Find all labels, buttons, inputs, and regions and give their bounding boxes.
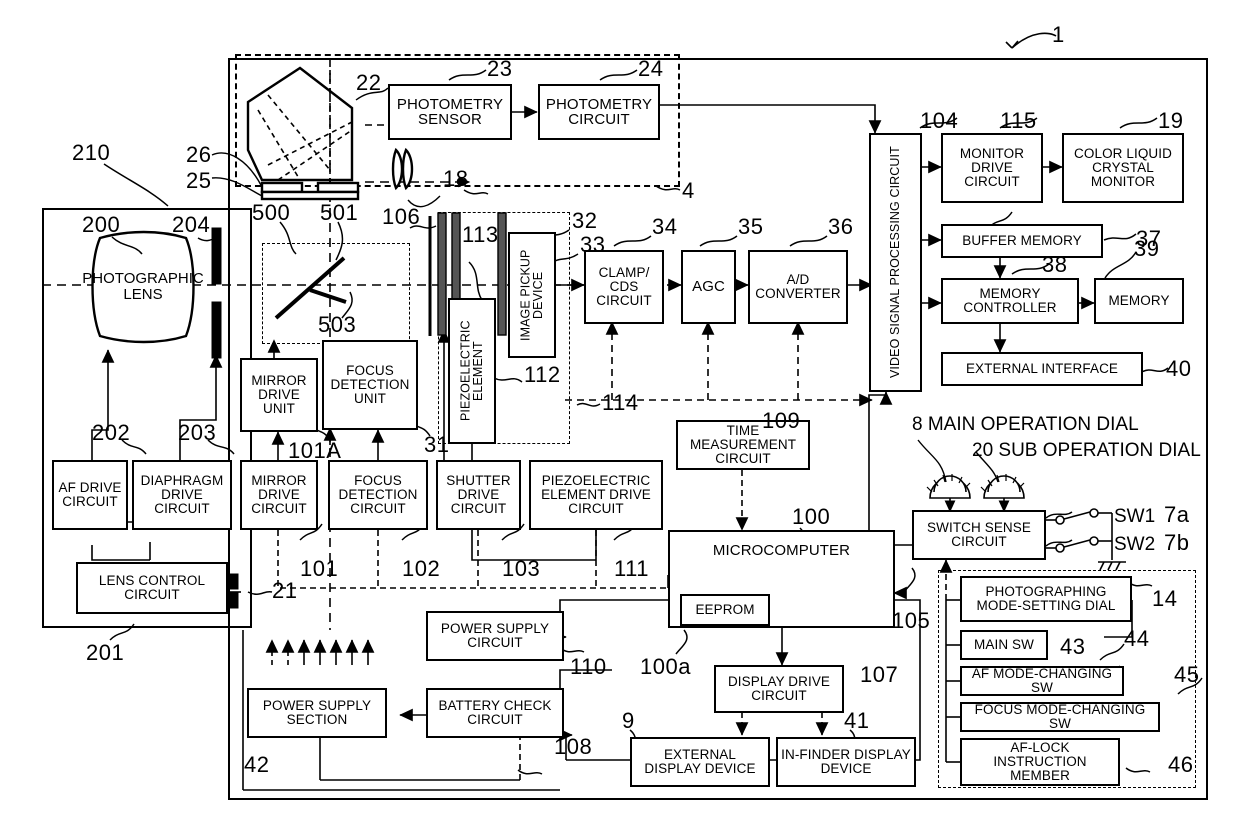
lens-control-circuit-block: LENS CONTROL CIRCUIT bbox=[76, 562, 228, 614]
ref-38: 38 bbox=[1042, 252, 1068, 277]
ref-43: 43 bbox=[1060, 634, 1086, 659]
ref-100a: 100a bbox=[640, 654, 691, 679]
ref-107: 107 bbox=[860, 662, 899, 687]
ref-21: 21 bbox=[272, 578, 298, 603]
mirror-drive-circuit-block: MIRROR DRIVE CIRCUIT bbox=[240, 460, 318, 530]
sw1-label: SW1 bbox=[1114, 506, 1156, 527]
ref-32: 32 bbox=[572, 208, 598, 233]
ref-45: 45 bbox=[1174, 662, 1200, 687]
memory-controller-block: MEMORY CONTROLLER bbox=[941, 278, 1079, 324]
sw2-label: SW2 bbox=[1114, 534, 1156, 555]
power-supply-section-block: POWER SUPPLY SECTION bbox=[247, 688, 387, 738]
patent-figure-canvas: PHOTOMETRY SENSOR PHOTOMETRY CIRCUIT PHO… bbox=[0, 0, 1240, 836]
focus-detection-circuit-block: FOCUS DETECTION CIRCUIT bbox=[328, 460, 428, 530]
ref-111: 111 bbox=[614, 556, 649, 581]
ref-23: 23 bbox=[487, 56, 513, 81]
mirror-drive-unit-block: MIRROR DRIVE UNIT bbox=[240, 358, 318, 432]
ref-101: 101 bbox=[300, 556, 339, 581]
ref-105: 105 bbox=[892, 608, 931, 633]
ref-501: 501 bbox=[320, 200, 359, 225]
display-drive-circuit-block: DISPLAY DRIVE CIRCUIT bbox=[714, 665, 844, 713]
ref-22: 22 bbox=[356, 70, 382, 95]
af-lock-instruction-member-block: AF-LOCK INSTRUCTION MEMBER bbox=[960, 738, 1120, 786]
switch-sense-circuit-block: SWITCH SENSE CIRCUIT bbox=[912, 510, 1046, 560]
battery-check-circuit-block: BATTERY CHECK CIRCUIT bbox=[426, 688, 564, 738]
ref-7a: 7a bbox=[1164, 502, 1190, 527]
ref-4: 4 bbox=[682, 178, 695, 203]
ref-14: 14 bbox=[1152, 586, 1178, 611]
ref-101A: 101A bbox=[288, 438, 342, 463]
ref-31: 31 bbox=[424, 432, 450, 457]
ref-503: 503 bbox=[318, 312, 357, 337]
monitor-drive-circuit-block: MONITOR DRIVE CIRCUIT bbox=[941, 133, 1043, 203]
af-drive-circuit-block: AF DRIVE CIRCUIT bbox=[52, 460, 128, 530]
sub-operation-dial-label: 20 SUB OPERATION DIAL bbox=[972, 440, 1201, 461]
ref-108: 108 bbox=[554, 734, 593, 759]
power-supply-circuit-block: POWER SUPPLY CIRCUIT bbox=[426, 611, 564, 661]
diaphragm-drive-circuit-block: DIAPHRAGM DRIVE CIRCUIT bbox=[132, 460, 232, 530]
image-pickup-device-block: IMAGE PICKUP DEVICE bbox=[508, 232, 556, 358]
ref-26: 26 bbox=[186, 142, 212, 167]
main-operation-dial-label: 8 MAIN OPERATION DIAL bbox=[912, 414, 1139, 435]
ref-112: 112 bbox=[524, 362, 561, 387]
photometry-sensor-block: PHOTOMETRY SENSOR bbox=[388, 84, 512, 140]
ref-36: 36 bbox=[828, 214, 854, 239]
ref-39: 39 bbox=[1134, 236, 1160, 261]
focus-detection-unit-block: FOCUS DETECTION UNIT bbox=[322, 340, 418, 430]
photographic-lens-label: PHOTOGRAPHIC LENS bbox=[82, 270, 204, 303]
piezoelectric-element-block: PIEZOELECTRIC ELEMENT bbox=[448, 298, 496, 444]
piezoelectric-element-drive-circuit-block: PIEZOELECTRIC ELEMENT DRIVE CIRCUIT bbox=[529, 460, 663, 530]
af-mode-changing-sw-block: AF MODE-CHANGING SW bbox=[960, 666, 1124, 696]
color-liquid-crystal-monitor-block: COLOR LIQUID CRYSTAL MONITOR bbox=[1062, 133, 1184, 203]
ref-210: 210 bbox=[72, 140, 111, 165]
buffer-memory-block: BUFFER MEMORY bbox=[941, 224, 1103, 258]
ref-1: 1 bbox=[1052, 22, 1065, 47]
video-signal-processing-circuit-block: VIDEO SIGNAL PROCESSING CIRCUIT bbox=[869, 133, 922, 392]
ref-19: 19 bbox=[1158, 108, 1184, 133]
ref-25: 25 bbox=[186, 168, 212, 193]
eeprom-block: EEPROM bbox=[680, 594, 770, 626]
ref-200: 200 bbox=[82, 212, 121, 237]
photographing-mode-setting-dial-block: PHOTOGRAPHING MODE-SETTING DIAL bbox=[960, 576, 1132, 622]
ref-203: 203 bbox=[178, 420, 217, 445]
memory-block: MEMORY bbox=[1094, 278, 1184, 324]
ref-103: 103 bbox=[502, 556, 541, 581]
ref-102: 102 bbox=[402, 556, 441, 581]
ref-41: 41 bbox=[844, 708, 870, 733]
ref-7b: 7b bbox=[1164, 530, 1190, 555]
ref-500: 500 bbox=[252, 200, 291, 225]
main-sw-block: MAIN SW bbox=[960, 630, 1048, 660]
ref-104: 104 bbox=[920, 108, 959, 133]
photometry-circuit-block: PHOTOMETRY CIRCUIT bbox=[538, 84, 660, 140]
ref-109: 109 bbox=[762, 408, 801, 433]
ref-100: 100 bbox=[792, 504, 831, 529]
ref-201: 201 bbox=[86, 640, 125, 665]
ref-24: 24 bbox=[638, 56, 664, 81]
ref-9: 9 bbox=[622, 708, 635, 733]
focus-mode-changing-sw-block: FOCUS MODE-CHANGING SW bbox=[960, 702, 1160, 732]
ref-35: 35 bbox=[738, 214, 764, 239]
ref-46: 46 bbox=[1168, 752, 1194, 777]
ref-202: 202 bbox=[92, 420, 131, 445]
ref-34: 34 bbox=[652, 214, 678, 239]
ref-33: 33 bbox=[580, 232, 606, 257]
ref-18: 18 bbox=[443, 166, 469, 191]
ref-115: 115 bbox=[1000, 108, 1037, 133]
ref-44: 44 bbox=[1124, 626, 1150, 651]
ad-converter-block: A/D CONVERTER bbox=[748, 250, 848, 324]
ref-110: 110 bbox=[570, 654, 607, 679]
ref-204: 204 bbox=[172, 212, 211, 237]
external-display-device-block: EXTERNAL DISPLAY DEVICE bbox=[630, 737, 770, 787]
clamp-cds-circuit-block: CLAMP/ CDS CIRCUIT bbox=[584, 250, 664, 324]
shutter-drive-circuit-block: SHUTTER DRIVE CIRCUIT bbox=[436, 460, 521, 530]
external-interface-block: EXTERNAL INTERFACE bbox=[941, 352, 1143, 386]
ref-113: 113 bbox=[462, 222, 499, 247]
agc-block: AGC bbox=[681, 250, 736, 324]
ref-114: 114 bbox=[602, 390, 639, 415]
ref-42: 42 bbox=[244, 752, 270, 777]
ref-106: 106 bbox=[382, 204, 421, 229]
ref-40: 40 bbox=[1166, 356, 1192, 381]
in-finder-display-device-block: IN-FINDER DISPLAY DEVICE bbox=[776, 737, 916, 787]
